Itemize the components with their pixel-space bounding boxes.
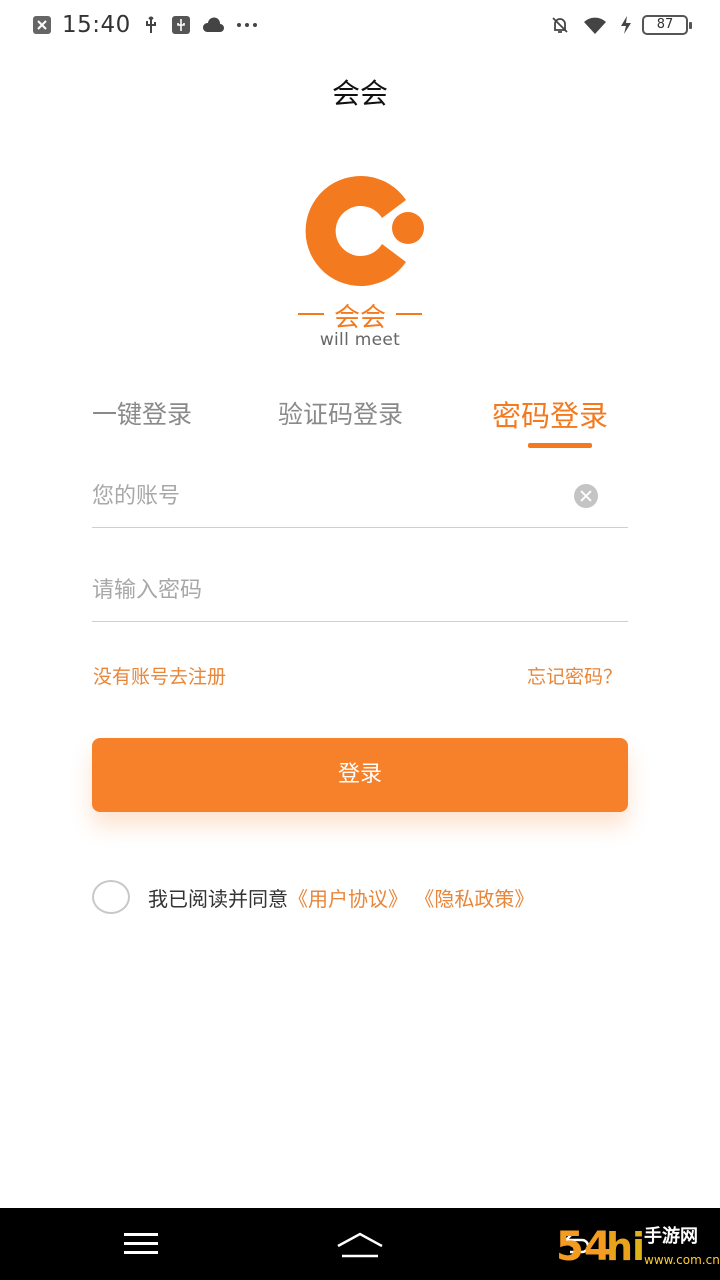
svg-text:h: h	[606, 1225, 633, 1269]
mute-bell-icon	[552, 17, 568, 33]
usb-icon	[145, 16, 156, 33]
password-field	[92, 562, 628, 622]
close-notification-icon	[33, 16, 51, 34]
watermark-logo: 54 h i 手游网 www.com.cn	[556, 1224, 720, 1270]
password-input[interactable]	[92, 562, 562, 618]
logo-tagline: will meet	[319, 330, 401, 350]
wifi-icon	[584, 17, 606, 34]
user-agreement-link[interactable]: 《用户协议》	[288, 887, 408, 911]
login-tabs: 一键登录 验证码登录 密码登录	[92, 395, 628, 455]
charging-icon	[621, 16, 631, 34]
svg-text:54: 54	[556, 1224, 612, 1270]
agreement-text: 我已阅读并同意《用户协议》 《隐私政策》	[148, 883, 534, 912]
page-title: 会会	[331, 77, 388, 110]
usb-debug-icon	[171, 16, 190, 34]
status-bar-right: 87	[550, 12, 692, 38]
system-nav-bar: 54 h i 手游网 www.com.cn	[0, 1208, 720, 1280]
more-dots-icon	[236, 23, 257, 27]
agreement-row: 我已阅读并同意《用户协议》 《隐私政策》	[92, 878, 652, 914]
status-time: 15:40	[62, 12, 131, 38]
home-icon[interactable]	[334, 1226, 386, 1266]
clear-icon[interactable]	[574, 484, 598, 508]
svg-text:www.com.cn: www.com.cn	[644, 1253, 720, 1267]
account-field	[92, 468, 628, 528]
tab-one-click-login[interactable]: 一键登录	[92, 395, 192, 431]
svg-text:手游网: 手游网	[644, 1225, 698, 1247]
cloud-icon	[202, 17, 224, 32]
logo-mark-icon	[305, 176, 424, 286]
privacy-policy-link[interactable]: 《隐私政策》	[414, 887, 534, 911]
tab-sms-code-login[interactable]: 验证码登录	[278, 395, 403, 431]
forgot-password-link[interactable]: 忘记密码？	[527, 662, 622, 689]
login-button[interactable]: 登录	[92, 738, 628, 812]
status-bar-left: 15:40	[32, 10, 259, 40]
active-tab-indicator	[528, 443, 592, 448]
tab-password-login[interactable]: 密码登录	[492, 393, 608, 435]
logo-right-line	[396, 313, 422, 315]
register-link[interactable]: 没有账号去注册	[93, 662, 226, 689]
menu-icon[interactable]	[124, 1232, 158, 1256]
app-logo: 会会 will meet	[290, 170, 430, 350]
agreement-prefix: 我已阅读并同意	[148, 887, 288, 911]
account-input[interactable]	[92, 468, 562, 524]
status-bar: 15:40 87	[0, 0, 720, 50]
logo-name: 会会	[333, 303, 386, 333]
agreement-checkbox[interactable]	[92, 880, 130, 914]
battery-icon: 87	[642, 15, 692, 35]
